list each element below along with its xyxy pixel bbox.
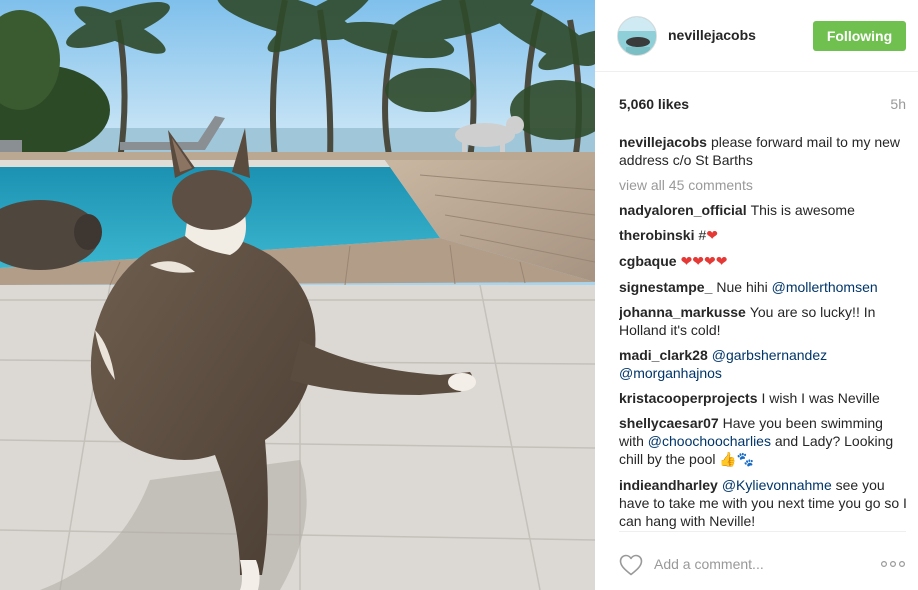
comments-list[interactable]: nevillejacobs please forward mail to my n… xyxy=(619,133,911,531)
paw-prints-emoji: 🐾 xyxy=(736,452,755,468)
comment-item: madi_clark28 @garbshernandez @morganhajno… xyxy=(619,346,911,382)
mention-link[interactable]: @choochoocharlies xyxy=(648,433,771,449)
comment-username[interactable]: kristacooperprojects xyxy=(619,390,758,406)
comment-items: nadyaloren_official This is awesome therob… xyxy=(619,201,911,530)
comment-text: Nue hihi xyxy=(716,279,772,295)
comment-item: shellycaesar07 Have you been swimming wit… xyxy=(619,414,911,469)
mention-link[interactable]: @Kylievonnahme xyxy=(722,477,832,493)
comment-item: nadyaloren_official This is awesome xyxy=(619,201,911,219)
heart-emoji: ❤ xyxy=(706,228,718,244)
following-button[interactable]: Following xyxy=(813,21,906,51)
post-caption: nevillejacobs please forward mail to my n… xyxy=(619,133,911,169)
comment-item: signestampe_ Nue hihi @mollerthomsen xyxy=(619,278,911,296)
comment-username[interactable]: johanna_markusse xyxy=(619,304,746,320)
avatar[interactable] xyxy=(617,16,657,56)
comment-item: johanna_markusse You are so lucky!! In Ho… xyxy=(619,303,911,339)
post-photo-image xyxy=(0,0,595,590)
post-details-panel: nevillejacobs Following 5,060 likes 5h n… xyxy=(595,0,918,590)
heart-outline-icon[interactable] xyxy=(619,554,643,576)
comment-item: cgbaque ❤❤❤❤ xyxy=(619,252,911,271)
comment-username[interactable]: cgbaque xyxy=(619,253,677,269)
likes-count[interactable]: 5,060 likes xyxy=(619,96,689,112)
post-author-username[interactable]: nevillejacobs xyxy=(668,27,756,43)
more-options-icon[interactable] xyxy=(880,556,906,572)
post-header: nevillejacobs Following xyxy=(595,0,918,72)
footer-divider xyxy=(619,531,906,532)
view-all-comments-link[interactable]: view all 45 comments xyxy=(619,176,911,194)
post-photo[interactable] xyxy=(0,0,595,590)
post-footer xyxy=(595,531,918,590)
mention-link[interactable]: @garbshernandez xyxy=(712,347,827,363)
comment-item: indieandharley @Kylievonnahme see you hav… xyxy=(619,476,911,530)
thumbs-up-emoji: 👍 xyxy=(719,452,737,468)
post-timestamp[interactable]: 5h xyxy=(890,96,906,112)
comment-username[interactable]: shellycaesar07 xyxy=(619,415,719,431)
add-comment-input[interactable] xyxy=(654,553,864,575)
comment-username[interactable]: signestampe_ xyxy=(619,279,712,295)
comment-username[interactable]: nadyaloren_official xyxy=(619,202,747,218)
comment-item: kristacooperprojects I wish I was Neville xyxy=(619,389,911,407)
heart-emoji: ❤❤❤❤ xyxy=(680,254,728,270)
caption-username[interactable]: nevillejacobs xyxy=(619,134,707,150)
comment-username[interactable]: madi_clark28 xyxy=(619,347,708,363)
mention-link[interactable]: @morganhajnos xyxy=(619,365,722,381)
comment-username[interactable]: therobinski xyxy=(619,227,694,243)
comment-text: This is awesome xyxy=(750,202,855,218)
mention-link[interactable]: @mollerthomsen xyxy=(772,279,878,295)
comment-username[interactable]: indieandharley xyxy=(619,477,718,493)
comment-item: therobinski #❤ xyxy=(619,226,911,245)
comment-text: I wish I was Neville xyxy=(761,390,880,406)
